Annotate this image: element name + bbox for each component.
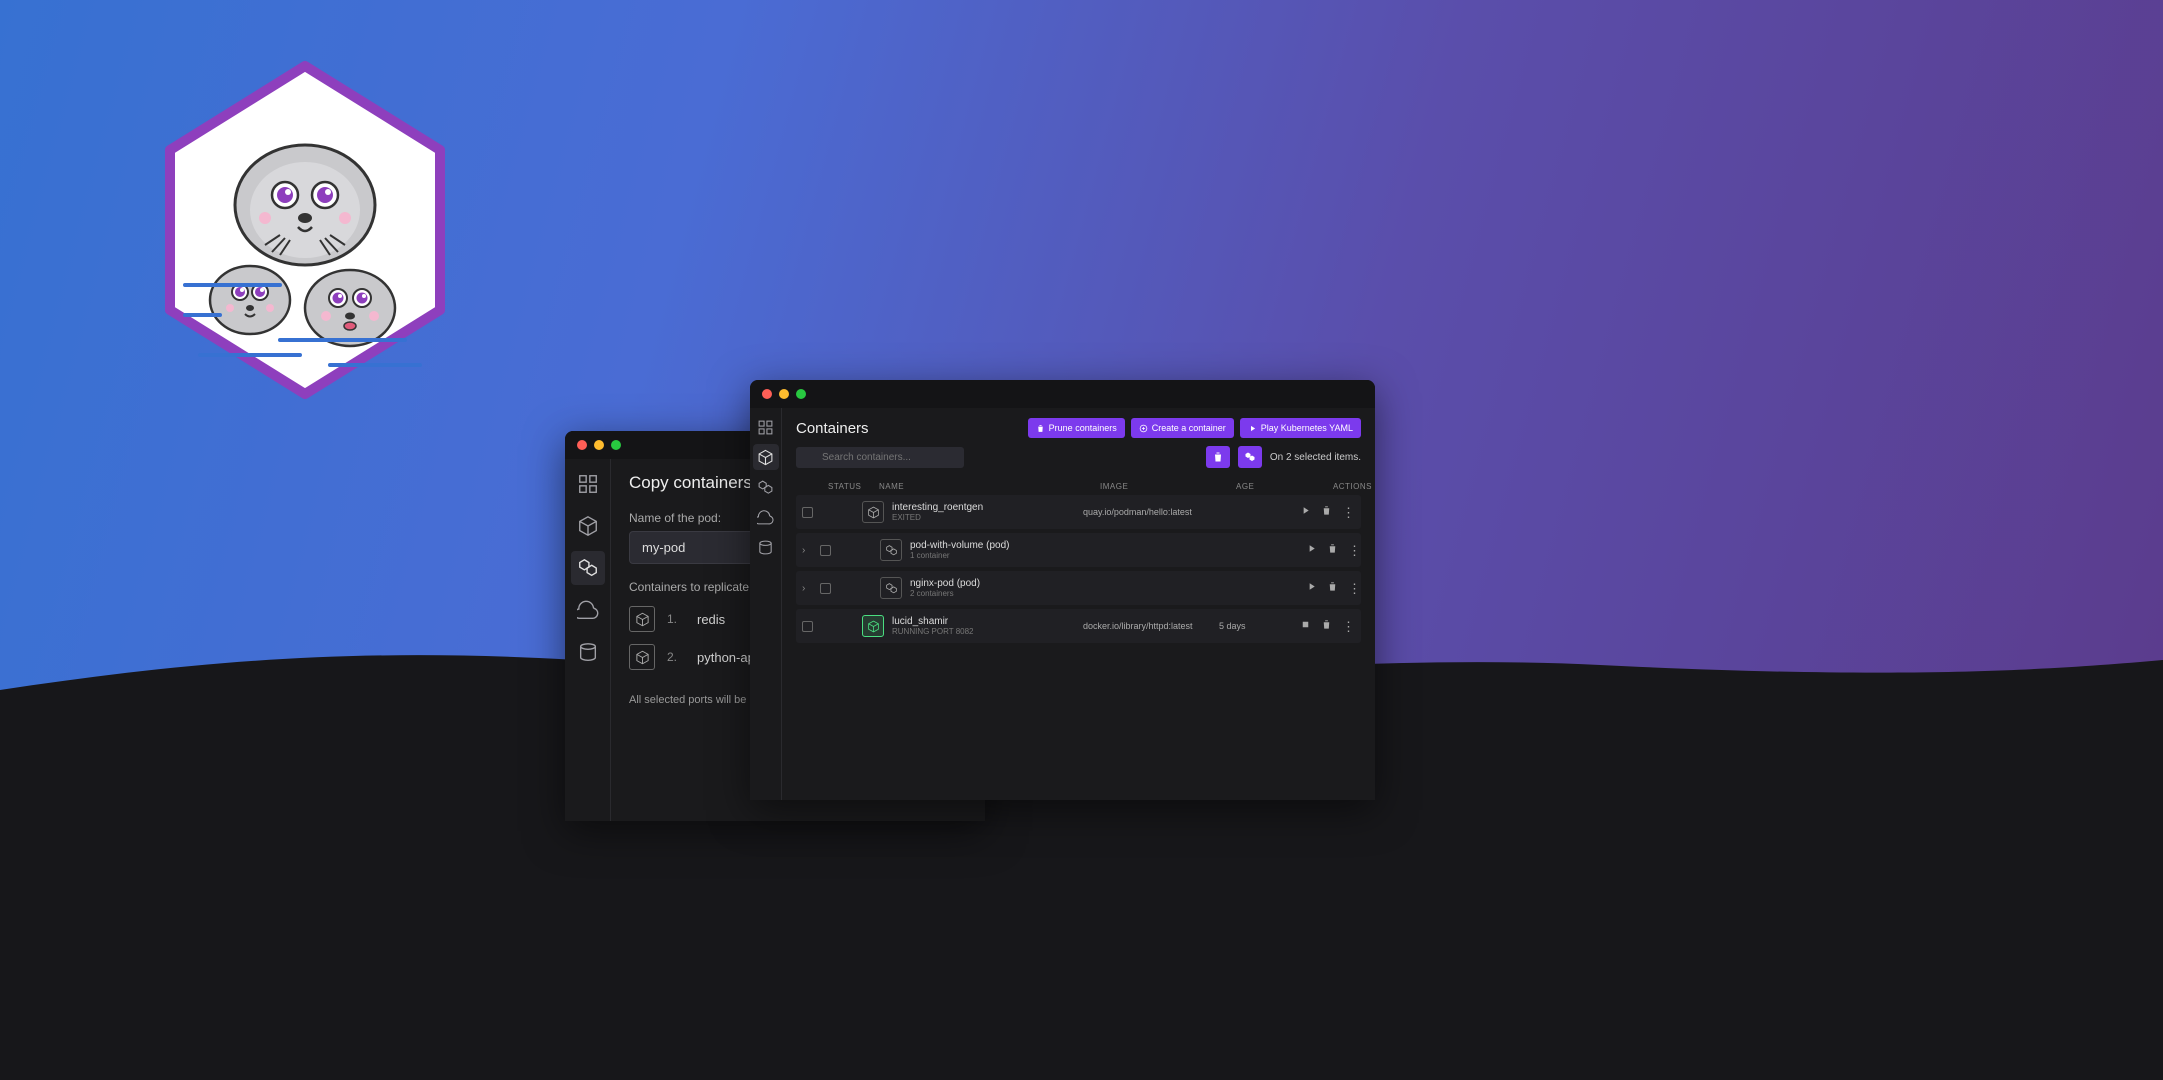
sidebar-dashboard[interactable]: [571, 467, 605, 501]
sidebar: [750, 408, 782, 800]
row-checkbox[interactable]: [802, 507, 813, 518]
sidebar-volumes[interactable]: [753, 534, 779, 560]
status-icon: [880, 539, 902, 561]
play-button[interactable]: [1306, 543, 1317, 557]
cube-icon: [629, 606, 655, 632]
maximize-dot[interactable]: [611, 440, 621, 450]
row-checkbox[interactable]: [820, 545, 831, 556]
more-button[interactable]: ⋮: [1342, 506, 1355, 519]
titlebar: [750, 380, 1375, 408]
expand-chevron[interactable]: ›: [802, 583, 814, 594]
delete-button[interactable]: [1327, 543, 1338, 557]
sidebar: [565, 459, 611, 821]
sidebar-dashboard[interactable]: [753, 414, 779, 440]
row-age: 5 days: [1219, 621, 1279, 631]
expand-chevron[interactable]: ›: [802, 545, 814, 556]
container-index: 2.: [667, 650, 685, 664]
delete-button[interactable]: [1321, 505, 1332, 519]
containers-window: Containers Prune containers Create a con…: [750, 380, 1375, 800]
page-title: Containers: [796, 420, 869, 437]
sidebar-images[interactable]: [753, 504, 779, 530]
container-name: redis: [697, 612, 725, 627]
close-dot[interactable]: [762, 389, 772, 399]
row-checkbox[interactable]: [802, 621, 813, 632]
row-name: interesting_roentgen: [892, 502, 983, 513]
podman-logo: [150, 60, 460, 400]
table-row[interactable]: › nginx-pod (pod)2 containers ⋮: [796, 571, 1361, 605]
status-icon: [880, 577, 902, 599]
create-button[interactable]: Create a container: [1131, 418, 1234, 438]
sidebar-images[interactable]: [571, 593, 605, 627]
prune-button[interactable]: Prune containers: [1028, 418, 1125, 438]
status-icon: [862, 615, 884, 637]
row-subtitle: 1 container: [910, 551, 1010, 560]
bulk-delete-button[interactable]: [1206, 446, 1230, 468]
sidebar-pods[interactable]: [753, 474, 779, 500]
row-name: nginx-pod (pod): [910, 578, 980, 589]
table-row[interactable]: interesting_roentgenEXITED quay.io/podma…: [796, 495, 1361, 529]
row-checkbox[interactable]: [820, 583, 831, 594]
maximize-dot[interactable]: [796, 389, 806, 399]
row-subtitle: EXITED: [892, 513, 983, 522]
minimize-dot[interactable]: [594, 440, 604, 450]
delete-button[interactable]: [1327, 581, 1338, 595]
minimize-dot[interactable]: [779, 389, 789, 399]
row-subtitle: RUNNING PORT 8082: [892, 627, 974, 636]
sidebar-volumes[interactable]: [571, 635, 605, 669]
cube-icon: [629, 644, 655, 670]
close-dot[interactable]: [577, 440, 587, 450]
delete-button[interactable]: [1321, 619, 1332, 633]
more-button[interactable]: ⋮: [1342, 620, 1355, 633]
play-yaml-button[interactable]: Play Kubernetes YAML: [1240, 418, 1361, 438]
table-row[interactable]: lucid_shamirRUNNING PORT 8082 docker.io/…: [796, 609, 1361, 643]
row-image: quay.io/podman/hello:latest: [1083, 507, 1213, 517]
table-row[interactable]: › pod-with-volume (pod)1 container ⋮: [796, 533, 1361, 567]
more-button[interactable]: ⋮: [1348, 582, 1361, 595]
bulk-pod-button[interactable]: [1238, 446, 1262, 468]
play-button[interactable]: [1306, 581, 1317, 595]
row-subtitle: 2 containers: [910, 589, 980, 598]
status-icon: [862, 501, 884, 523]
row-name: pod-with-volume (pod): [910, 540, 1010, 551]
container-index: 1.: [667, 612, 685, 626]
selection-info: On 2 selected items.: [1270, 452, 1361, 463]
stop-button[interactable]: [1300, 619, 1311, 633]
row-name: lucid_shamir: [892, 616, 974, 627]
more-button[interactable]: ⋮: [1348, 544, 1361, 557]
sidebar-containers[interactable]: [753, 444, 779, 470]
sidebar-pods[interactable]: [571, 551, 605, 585]
row-image: docker.io/library/httpd:latest: [1083, 621, 1213, 631]
sidebar-containers[interactable]: [571, 509, 605, 543]
search-input[interactable]: [796, 447, 964, 468]
table-header: STATUS NAME IMAGE AGE ACTIONS: [796, 478, 1361, 495]
play-button[interactable]: [1300, 505, 1311, 519]
